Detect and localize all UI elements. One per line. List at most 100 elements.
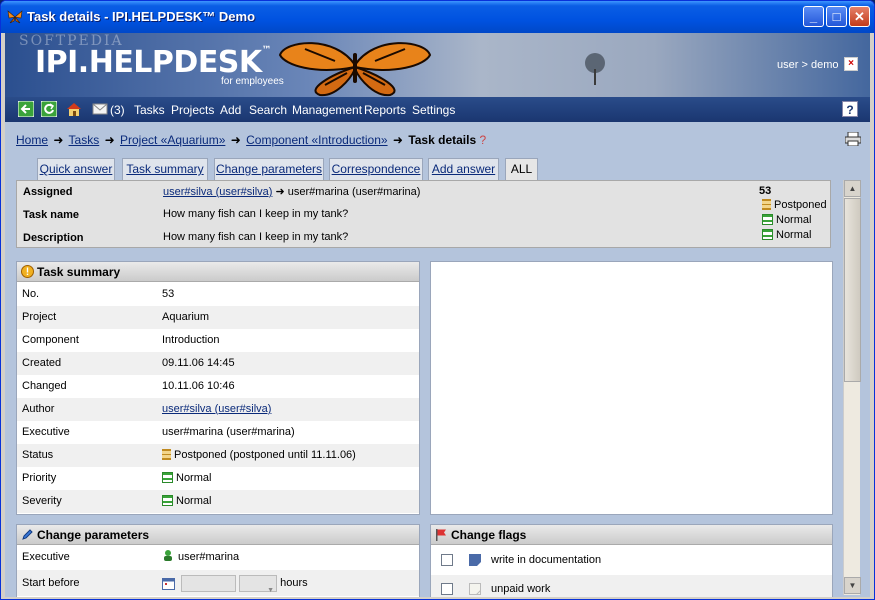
breadcrumb-tasks[interactable]: Tasks [69, 133, 100, 147]
app-window: Task details - IPI.HELPDESK™ Demo _ □ ✕ … [0, 0, 875, 600]
home-icon[interactable] [66, 101, 82, 117]
row-value: user#marina (user#marina) [162, 426, 295, 438]
nav-search[interactable]: Search [249, 103, 287, 117]
table-row: Changed 10.11.06 10:46 [17, 375, 419, 398]
scroll-thumb[interactable] [844, 198, 861, 382]
hourglass-icon [162, 449, 171, 460]
breadcrumb-arrow-icon: ➜ [392, 133, 403, 147]
assigned-value: user#silva (user#silva) ➜ user#marina (u… [163, 185, 420, 198]
task-name-value: How many fish can I keep in my tank? [163, 208, 349, 220]
document-flag-icon [469, 554, 481, 566]
priority-icon [162, 472, 173, 483]
app-logo[interactable]: IPI.HELPDESK™ [35, 45, 272, 80]
flag-label: write in documentation [491, 554, 602, 566]
breadcrumb-arrow-icon: ➜ [53, 133, 64, 147]
butterfly-image [278, 42, 432, 97]
assigned-label: Assigned [23, 186, 73, 198]
back-icon[interactable] [18, 101, 34, 117]
start-before-row: Start before hours [17, 570, 419, 597]
breadcrumb-current: Task details [408, 133, 477, 147]
task-summary-title: Task summary [37, 265, 121, 279]
row-value: Normal [162, 490, 211, 513]
user-info: user > demo [777, 59, 839, 71]
description-label: Description [23, 232, 84, 244]
pencil-icon [22, 529, 33, 540]
tab-add-answer[interactable]: Add answer [428, 158, 499, 180]
flag-row: unpaid work [431, 575, 832, 597]
change-parameters-title: Change parameters [37, 528, 150, 542]
help-button[interactable]: ? [842, 101, 858, 117]
row-value: Introduction [162, 334, 220, 346]
row-value: 09.11.06 14:45 [162, 357, 235, 369]
chevron-up-icon: ▲ [848, 184, 857, 193]
change-flags-panel: Change flags write in documentation unpa… [430, 524, 833, 597]
row-value: 53 [162, 288, 175, 300]
flag-checkbox[interactable] [441, 583, 453, 595]
user-separator: > [801, 59, 808, 71]
row-label: No. [22, 288, 40, 300]
nav-add[interactable]: Add [220, 103, 241, 117]
severity-value: Normal [176, 495, 212, 507]
scroll-up-button[interactable]: ▲ [844, 180, 861, 197]
assigned-from-link[interactable]: user#silva (user#silva) [163, 186, 272, 198]
breadcrumb-help-icon[interactable]: ? [479, 133, 486, 147]
note-flag-icon [469, 583, 481, 595]
row-label: Severity [22, 495, 62, 507]
tab-correspondence[interactable]: Correspondence [329, 158, 423, 180]
severity-icon [162, 495, 173, 506]
minimize-button[interactable]: _ [803, 6, 824, 27]
priority-text: Normal [776, 214, 812, 226]
row-label: Changed [22, 380, 67, 392]
tree-image [585, 53, 605, 85]
vertical-scrollbar[interactable]: ▲ ▼ [843, 180, 861, 595]
tab-task-summary[interactable]: Task summary [122, 158, 208, 180]
row-label: Priority [22, 472, 57, 484]
nav-settings[interactable]: Settings [412, 103, 455, 117]
user-label: user [777, 59, 799, 71]
minimize-icon: _ [809, 9, 818, 24]
refresh-icon[interactable] [41, 101, 57, 117]
start-date-input[interactable] [181, 574, 236, 592]
table-row: No. 53 [17, 283, 419, 306]
close-icon: ✕ [854, 9, 865, 24]
print-icon[interactable] [845, 132, 861, 146]
user-name[interactable]: demo [811, 59, 839, 71]
user-change-icon [164, 550, 172, 561]
row-value: Normal [162, 467, 211, 490]
mail-icon[interactable] [92, 101, 108, 117]
nav-management[interactable]: Management [292, 103, 362, 117]
executive-field[interactable]: user#marina [162, 546, 239, 569]
start-hours-select[interactable] [239, 574, 278, 597]
tab-change-parameters[interactable]: Change parameters [214, 158, 324, 180]
executive-label: Executive [22, 551, 70, 563]
overview-status: Postponed [762, 199, 827, 211]
flag-label: unpaid work [491, 583, 551, 595]
nav-reports[interactable]: Reports [364, 103, 406, 117]
change-parameters-header: Change parameters [17, 525, 419, 545]
flag-icon [436, 529, 446, 541]
flag-checkbox[interactable] [441, 554, 453, 566]
row-label: Author [22, 403, 55, 415]
priority-value: Normal [176, 472, 212, 484]
scroll-down-button[interactable]: ▼ [844, 577, 861, 594]
status-text: Postponed [774, 199, 827, 211]
breadcrumb-project[interactable]: Project «Aquarium» [120, 133, 225, 147]
mail-count[interactable]: (3) [110, 103, 125, 117]
tab-quick-answer[interactable]: Quick answer [37, 158, 115, 180]
author-link[interactable]: user#silva (user#silva) [162, 398, 271, 421]
breadcrumb-component[interactable]: Component «Introduction» [246, 133, 387, 147]
nav-tasks[interactable]: Tasks [134, 103, 165, 117]
maximize-button[interactable]: □ [826, 6, 847, 27]
logout-button[interactable]: × [844, 57, 858, 71]
close-button[interactable]: ✕ [849, 6, 870, 27]
calendar-icon[interactable] [162, 577, 175, 590]
row-label: Executive [22, 426, 70, 438]
severity-icon [762, 229, 773, 240]
assigned-to: user#marina (user#marina) [287, 186, 421, 198]
tab-all[interactable]: ALL [505, 158, 538, 181]
change-parameters-panel: Change parameters Executive user#marina … [16, 524, 420, 597]
header-banner: SOFTPEDIA IPI.HELPDESK™ for employees us… [5, 33, 870, 97]
breadcrumb-home[interactable]: Home [16, 133, 48, 147]
nav-projects[interactable]: Projects [171, 103, 214, 117]
change-flags-title: Change flags [451, 528, 527, 542]
